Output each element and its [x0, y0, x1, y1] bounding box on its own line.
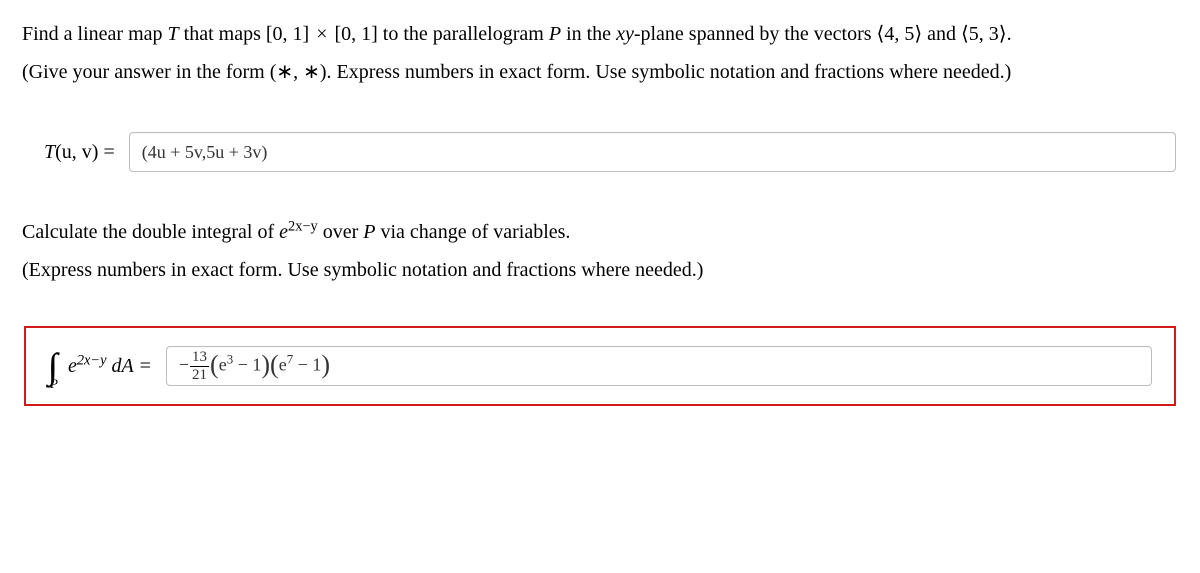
answer1-label: T(u, v) =	[44, 141, 115, 164]
answer2-input[interactable]: −1321(e3 − 1)(e7 − 1)	[166, 346, 1152, 386]
answer1-input[interactable]: (4u + 5v,5u + 3v)	[129, 132, 1176, 172]
answer1-value: (4u + 5v,5u + 3v)	[142, 142, 268, 163]
answer2-value: −1321(e3 − 1)(e7 − 1)	[179, 350, 330, 383]
problem2-hint: (Express numbers in exact form. Use symb…	[22, 254, 1178, 286]
problem1-hint: (Give your answer in the form (∗, ∗). Ex…	[22, 56, 1178, 88]
problem2-text: Calculate the double integral of e2x−y o…	[22, 216, 1178, 248]
answer2-label: ∫∫P e2x−y dA =	[48, 348, 152, 384]
answer1-row: T(u, v) = (4u + 5v,5u + 3v)	[22, 128, 1178, 176]
problem1-text: Find a linear map T that maps [0, 1] × […	[22, 18, 1178, 50]
answer2-row: ∫∫P e2x−y dA = −1321(e3 − 1)(e7 − 1)	[24, 326, 1176, 406]
